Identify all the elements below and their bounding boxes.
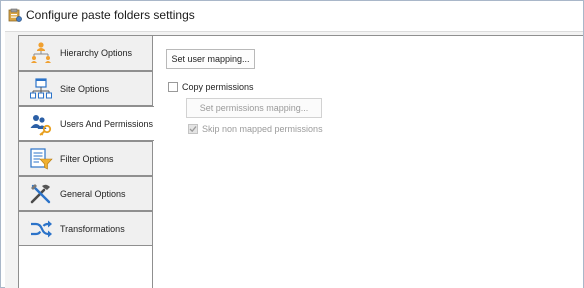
hierarchy-icon bbox=[28, 40, 54, 66]
tab-transformations[interactable]: Transformations bbox=[19, 211, 152, 246]
skip-non-mapped-label: Skip non mapped permissions bbox=[202, 124, 323, 134]
copy-permissions-option[interactable]: Copy permissions bbox=[168, 82, 254, 92]
tab-label: Transformations bbox=[60, 223, 125, 234]
settings-window-icon bbox=[8, 8, 22, 22]
window-title: Configure paste folders settings bbox=[26, 8, 195, 22]
tab-filter-options[interactable]: Filter Options bbox=[19, 141, 152, 176]
skip-non-mapped-checkbox[interactable] bbox=[188, 124, 198, 134]
checkmark-icon bbox=[189, 126, 197, 133]
title-bar: Configure paste folders settings bbox=[1, 1, 583, 29]
filter-icon bbox=[28, 146, 54, 172]
skip-non-mapped-option[interactable]: Skip non mapped permissions bbox=[188, 124, 323, 134]
settings-window: Configure paste folders settings Hierarc… bbox=[0, 0, 584, 288]
tab-hierarchy-options[interactable]: Hierarchy Options bbox=[19, 36, 152, 71]
users-and-permissions-panel: Set user mapping... Copy permissions Set… bbox=[153, 35, 583, 288]
dialog-body: Hierarchy Options Site Options Users And… bbox=[5, 31, 583, 288]
tools-icon bbox=[28, 181, 54, 207]
tab-general-options[interactable]: General Options bbox=[19, 176, 152, 211]
tab-label: Hierarchy Options bbox=[60, 48, 133, 58]
options-tab-list: Hierarchy Options Site Options Users And… bbox=[18, 35, 154, 288]
tab-label: General Options bbox=[60, 188, 126, 199]
tab-label: Filter Options bbox=[60, 153, 114, 164]
set-permissions-mapping-button[interactable]: Set permissions mapping... bbox=[186, 98, 322, 118]
tab-site-options[interactable]: Site Options bbox=[19, 71, 152, 106]
shuffle-icon bbox=[28, 216, 54, 242]
copy-permissions-label: Copy permissions bbox=[182, 82, 254, 92]
set-user-mapping-button[interactable]: Set user mapping... bbox=[166, 49, 255, 69]
users-key-icon bbox=[28, 111, 54, 137]
tab-users-and-permissions[interactable]: Users And Permissions bbox=[19, 106, 154, 141]
copy-permissions-checkbox[interactable] bbox=[168, 82, 178, 92]
tab-label: Users And Permissions bbox=[60, 118, 154, 129]
tab-label: Site Options bbox=[60, 83, 110, 94]
site-icon bbox=[28, 76, 54, 102]
